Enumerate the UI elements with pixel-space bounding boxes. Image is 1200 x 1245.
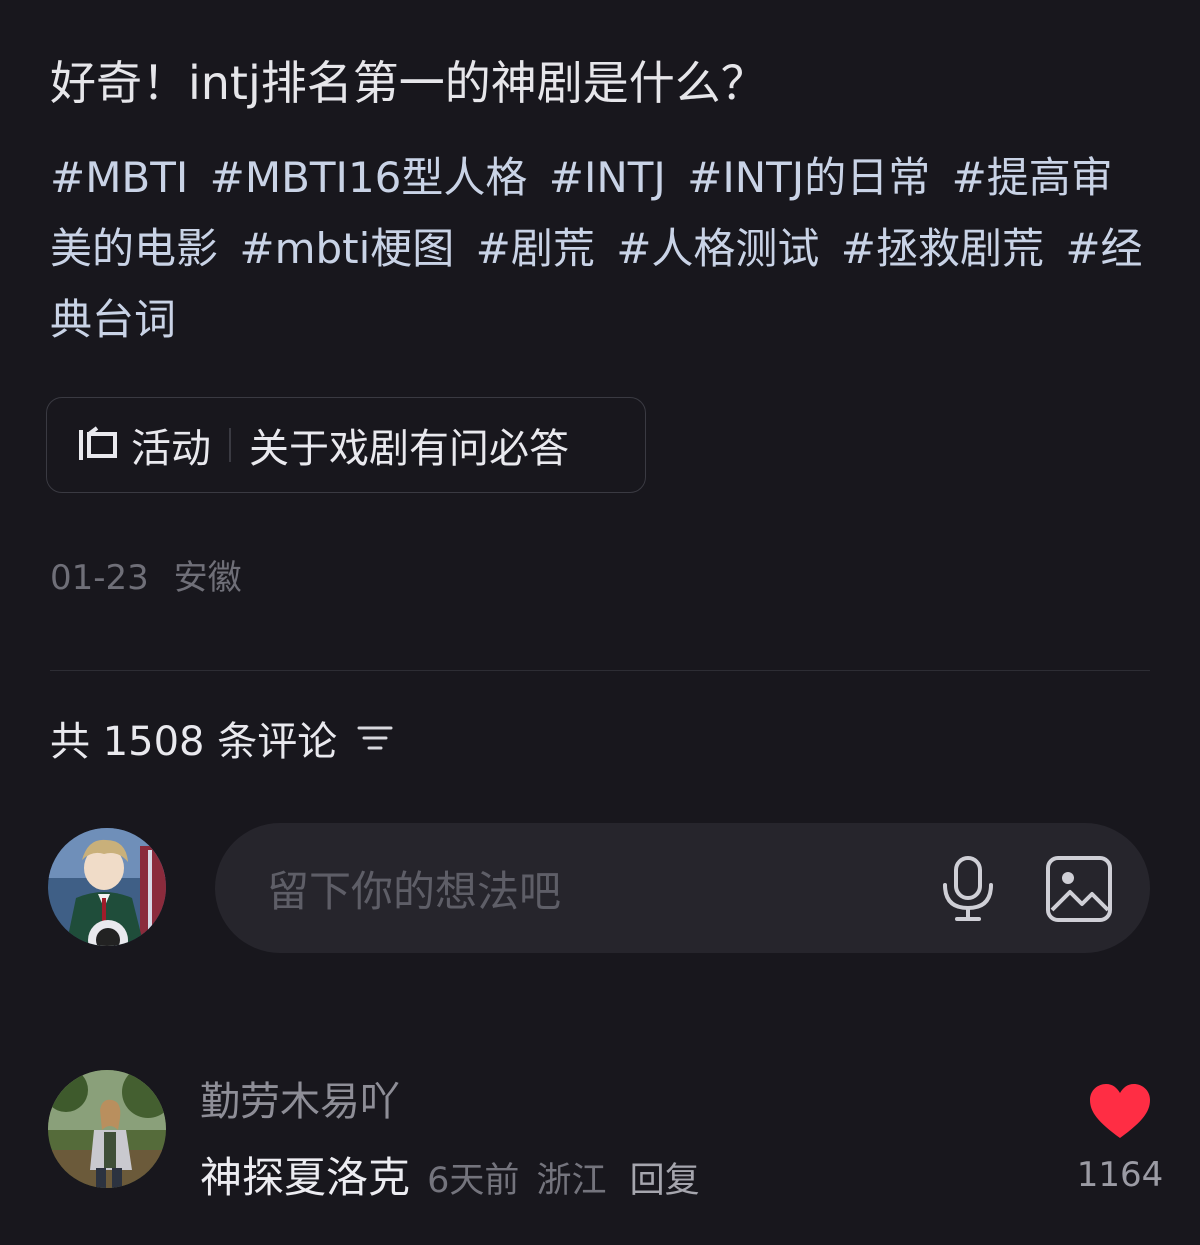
post-detail-page: 好奇！intj排名第一的神剧是什么？ #MBTI #MBTI16型人格 #INT… (0, 0, 1200, 1245)
post-location: 安徽 (173, 558, 242, 598)
divider (50, 670, 1150, 671)
comment-text: 神探夏洛克 (200, 1153, 411, 1202)
post-date: 01-23 (50, 558, 149, 598)
comment-body: 神探夏洛克 6天前 浙江 回复 (200, 1148, 700, 1217)
post-meta: 01-23 安徽 (50, 552, 242, 604)
comment-username[interactable]: 勤劳木易吖 (200, 1074, 400, 1130)
hashtag[interactable]: #mbti梗图 (239, 224, 454, 273)
activity-icon (79, 426, 117, 460)
hashtag[interactable]: #MBTI (50, 153, 188, 202)
hashtag[interactable]: #人格测试 (616, 224, 819, 273)
heart-icon[interactable] (1088, 1082, 1152, 1142)
comment-input[interactable]: 留下你的想法吧 (215, 823, 1150, 953)
activity-topic: 关于戏剧有问必答 (249, 426, 569, 472)
my-avatar[interactable] (48, 828, 166, 946)
comment-count: 共 1508 条评论 (50, 719, 338, 765)
sort-icon[interactable] (355, 718, 395, 758)
like-count: 1164 (1076, 1155, 1164, 1195)
hashtag[interactable]: #剧荒 (476, 224, 595, 273)
activity-chip[interactable]: 活动 关于戏剧有问必答 (46, 397, 646, 493)
microphone-icon[interactable] (938, 855, 998, 923)
image-icon[interactable] (1044, 854, 1114, 924)
comments-count-row: 共 1508 条评论 (50, 708, 395, 768)
hashtag[interactable]: #INTJ (549, 153, 666, 202)
hashtag[interactable]: #INTJ的日常 (687, 153, 930, 202)
hashtag-list: #MBTI #MBTI16型人格 #INTJ #INTJ的日常 #提高审美的电影… (50, 142, 1150, 355)
comment-input-placeholder: 留下你的想法吧 (267, 866, 562, 916)
comment-time: 6天前 (427, 1161, 520, 1201)
post-title: 好奇！intj排名第一的神剧是什么？ (50, 56, 767, 110)
activity-label: 活动 (131, 426, 211, 472)
hashtag[interactable]: #拯救剧荒 (841, 224, 1044, 273)
activity-separator (229, 428, 231, 462)
comment-location: 浙江 (536, 1161, 607, 1201)
hashtag[interactable]: #MBTI16型人格 (210, 153, 528, 202)
reply-button[interactable]: 回复 (630, 1161, 700, 1201)
comment-avatar[interactable] (48, 1070, 166, 1188)
